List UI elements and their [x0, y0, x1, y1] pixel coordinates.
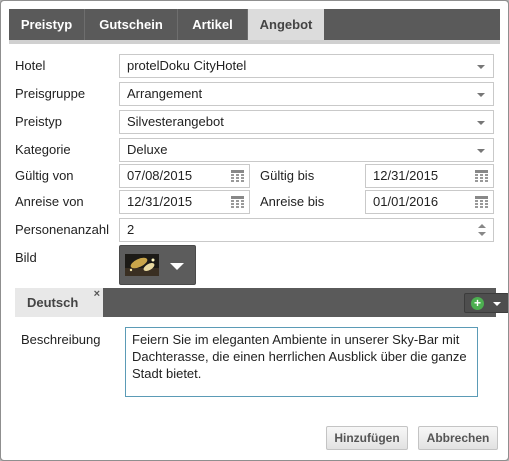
cancel-button[interactable]: Abbrechen — [418, 426, 498, 450]
calendar-icon[interactable] — [475, 170, 488, 182]
gueltig-bis-label: Gültig bis — [260, 168, 315, 183]
anreise-bis-value: 01/01/2016 — [373, 194, 439, 209]
hotel-label: Hotel — [15, 58, 46, 73]
personenanzahl-stepper[interactable]: 2 — [119, 218, 494, 242]
offer-dialog: Preistyp Gutschein Artikel Angebot Hotel… — [0, 0, 509, 461]
anreise-von-datepicker[interactable]: 12/31/2015 — [119, 190, 250, 214]
preisgruppe-value: Arrangement — [127, 86, 203, 101]
preistyp-label: Preistyp — [15, 114, 62, 129]
anreise-von-label: Anreise von — [15, 194, 84, 209]
add-button[interactable]: Hinzufügen — [326, 426, 408, 450]
hotel-value: protelDoku CityHotel — [127, 58, 247, 73]
chevron-down-icon — [493, 302, 501, 306]
chevron-down-icon — [477, 121, 485, 125]
gueltig-von-value: 07/08/2015 — [127, 168, 193, 183]
hotel-select[interactable]: protelDoku CityHotel — [119, 54, 494, 78]
chevron-down-icon — [170, 263, 184, 270]
tab-deutsch[interactable]: Deutsch × — [15, 288, 103, 317]
kategorie-select[interactable]: Deluxe — [119, 138, 494, 162]
gueltig-bis-datepicker[interactable]: 12/31/2015 — [365, 164, 494, 188]
calendar-icon[interactable] — [231, 170, 244, 182]
preistyp-select[interactable]: Silvesterangebot — [119, 110, 494, 134]
tab-divider — [9, 40, 500, 44]
personenanzahl-label: Personenanzahl — [15, 222, 109, 237]
chevron-down-icon — [477, 149, 485, 153]
preistyp-value: Silvesterangebot — [127, 114, 224, 129]
preisgruppe-select[interactable]: Arrangement — [119, 82, 494, 106]
image-thumbnail — [125, 254, 159, 276]
gueltig-bis-value: 12/31/2015 — [373, 168, 439, 183]
calendar-icon[interactable] — [231, 196, 244, 208]
image-picker-button[interactable] — [119, 245, 196, 285]
chevron-down-icon — [477, 93, 485, 97]
kategorie-value: Deluxe — [127, 142, 168, 157]
plus-circle-icon: + — [471, 297, 484, 310]
preisgruppe-label: Preisgruppe — [15, 86, 86, 101]
tab-angebot[interactable]: Angebot — [248, 9, 324, 40]
language-tab-bar: Deutsch × + — [15, 288, 508, 317]
tab-gutschein[interactable]: Gutschein — [85, 9, 178, 40]
gueltig-von-datepicker[interactable]: 07/08/2015 — [119, 164, 250, 188]
gueltig-von-label: Gültig von — [15, 168, 74, 183]
personenanzahl-value: 2 — [127, 222, 135, 237]
anreise-von-value: 12/31/2015 — [127, 194, 193, 209]
tab-bar: Preistyp Gutschein Artikel Angebot — [9, 9, 500, 40]
close-icon[interactable]: × — [94, 289, 100, 300]
tab-preistyp[interactable]: Preistyp — [9, 9, 85, 40]
beschreibung-label: Beschreibung — [21, 332, 101, 347]
tab-artikel[interactable]: Artikel — [178, 9, 248, 40]
spinner-up-icon[interactable] — [478, 224, 486, 228]
anreise-bis-label: Anreise bis — [260, 194, 325, 209]
beschreibung-textarea[interactable]: Feiern Sie im eleganten Ambiente in unse… — [125, 327, 478, 397]
add-language-button[interactable]: + — [464, 293, 508, 313]
calendar-icon[interactable] — [475, 196, 488, 208]
tab-deutsch-label: Deutsch — [27, 295, 79, 310]
chevron-down-icon — [477, 65, 485, 69]
anreise-bis-datepicker[interactable]: 01/01/2016 — [365, 190, 494, 214]
kategorie-label: Kategorie — [15, 142, 71, 157]
bild-label: Bild — [15, 250, 37, 265]
spinner-down-icon[interactable] — [478, 232, 486, 236]
